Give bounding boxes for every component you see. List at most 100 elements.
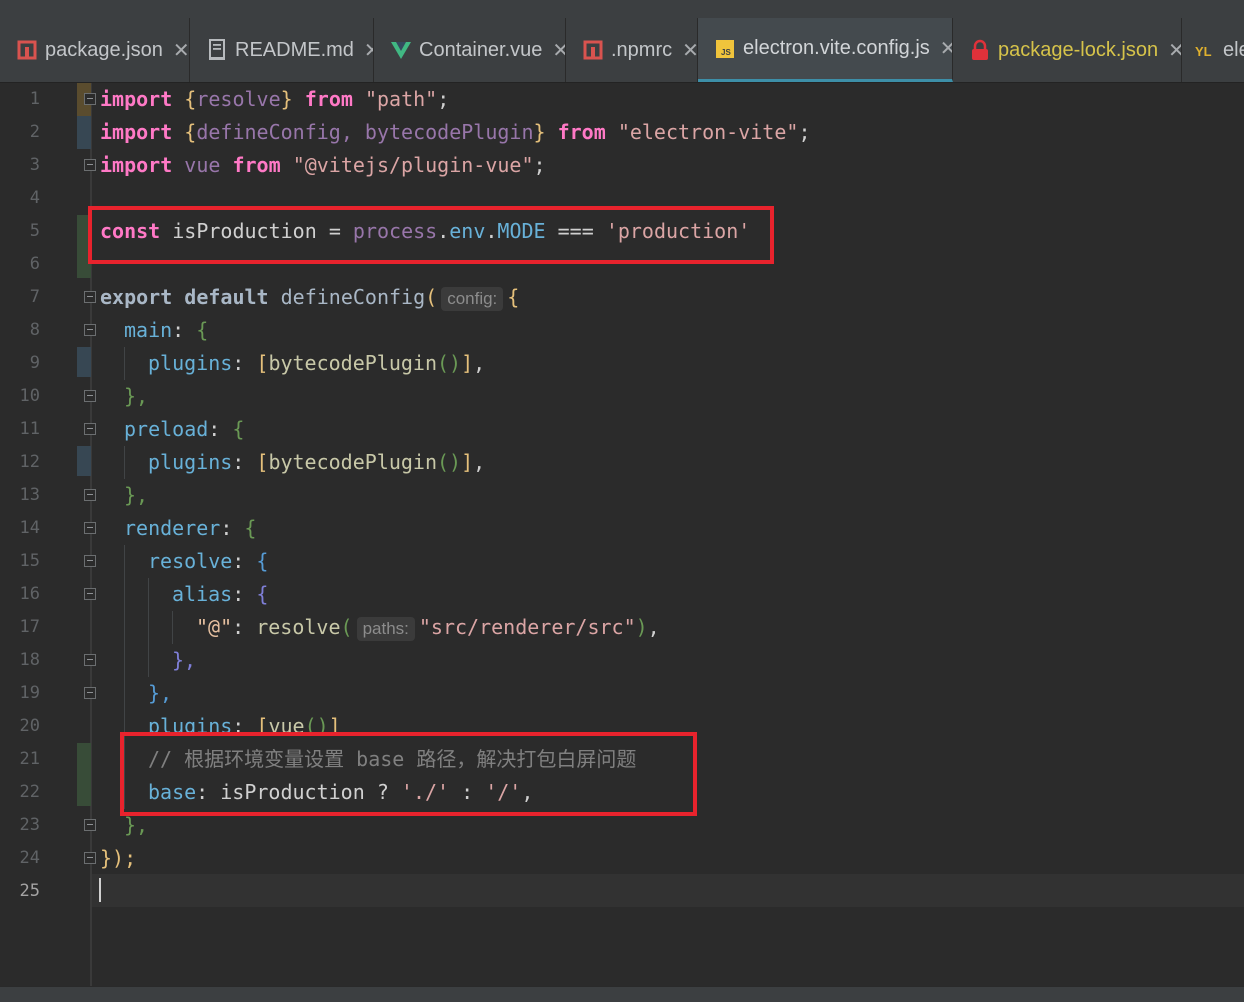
tab-package-json[interactable]: package.json ✕ bbox=[0, 18, 190, 82]
fold-marker[interactable] bbox=[84, 555, 96, 567]
vcs-modified-marker bbox=[77, 116, 91, 149]
svg-text:YL: YL bbox=[1195, 44, 1212, 59]
code-line-8: main: { bbox=[124, 318, 209, 342]
tab-label: package-lock.json bbox=[998, 38, 1159, 61]
tab-npmrc[interactable]: .npmrc ✕ bbox=[566, 18, 698, 82]
tab-readme-md[interactable]: README.md ✕ bbox=[190, 18, 374, 82]
code-line-15: resolve: { bbox=[148, 549, 269, 573]
line-number: 24 bbox=[19, 848, 40, 868]
code-line-3: import vue from "@vitejs/plugin-vue"; bbox=[100, 153, 546, 177]
code-line-18: }, bbox=[172, 648, 197, 672]
tab-label: .npmrc bbox=[611, 38, 673, 61]
fold-marker[interactable] bbox=[84, 390, 96, 402]
line-number: 2 bbox=[29, 122, 40, 142]
line-number: 1 bbox=[29, 89, 40, 109]
fold-marker[interactable] bbox=[84, 93, 96, 105]
line-number: 5 bbox=[29, 221, 40, 241]
line-number: 18 bbox=[19, 650, 40, 670]
line-number: 9 bbox=[29, 353, 40, 373]
annotation-box-base bbox=[120, 732, 697, 816]
tab-label: Container.vue bbox=[419, 38, 543, 61]
parameter-hint: config: bbox=[441, 287, 504, 311]
line-number: 14 bbox=[19, 518, 40, 538]
tab-electron-vite-config-js[interactable]: JS electron.vite.config.js ✕ bbox=[698, 18, 953, 82]
vue-icon bbox=[390, 39, 412, 61]
text-cursor bbox=[99, 878, 101, 902]
code-line-19: }, bbox=[148, 681, 173, 705]
markdown-icon bbox=[206, 39, 228, 61]
line-number: 17 bbox=[19, 617, 40, 637]
fold-marker[interactable] bbox=[84, 819, 96, 831]
line-number: 19 bbox=[19, 683, 40, 703]
line-number: 8 bbox=[29, 320, 40, 340]
fold-marker[interactable] bbox=[84, 324, 96, 336]
fold-marker[interactable] bbox=[84, 423, 96, 435]
code-line-24: }); bbox=[100, 846, 137, 870]
tab-package-lock-json[interactable]: package-lock.json ✕ bbox=[953, 18, 1182, 82]
line-number: 15 bbox=[19, 551, 40, 571]
indent-guide bbox=[172, 611, 173, 644]
code-line-2: import {defineConfig, bytecodePlugin} fr… bbox=[100, 120, 811, 144]
tab-label: README.md bbox=[235, 38, 354, 61]
current-line-highlight bbox=[0, 874, 1244, 907]
fold-marker[interactable] bbox=[84, 489, 96, 501]
line-number: 23 bbox=[19, 815, 40, 835]
fold-marker[interactable] bbox=[84, 522, 96, 534]
fold-marker[interactable] bbox=[84, 852, 96, 864]
tab-label: package.json bbox=[45, 38, 163, 61]
indent-guide bbox=[124, 347, 125, 380]
status-bar bbox=[0, 986, 1244, 1002]
editor-tab-bar: package.json ✕ README.md ✕ Container.vue… bbox=[0, 18, 1244, 83]
annotation-box-isproduction bbox=[88, 206, 774, 264]
npm-icon bbox=[16, 39, 38, 61]
line-number: 4 bbox=[29, 188, 40, 208]
line-number: 10 bbox=[19, 386, 40, 406]
vcs-modified-marker bbox=[77, 446, 91, 476]
indent-guide bbox=[124, 446, 125, 479]
line-number: 22 bbox=[19, 782, 40, 802]
vcs-added-marker bbox=[77, 743, 91, 806]
title-strip bbox=[0, 0, 1244, 18]
line-number: 16 bbox=[19, 584, 40, 604]
line-number: 11 bbox=[19, 419, 40, 439]
yaml-icon: YL bbox=[1194, 39, 1216, 61]
fold-marker[interactable] bbox=[84, 588, 96, 600]
close-icon[interactable]: ✕ bbox=[364, 38, 373, 63]
close-icon[interactable]: ✕ bbox=[1168, 38, 1181, 63]
code-line-12: plugins: [bytecodePlugin()], bbox=[148, 450, 486, 474]
line-number-current: 25 bbox=[19, 881, 40, 901]
code-line-9: plugins: [bytecodePlugin()], bbox=[148, 351, 486, 375]
tab-overflow[interactable]: YL ele bbox=[1182, 18, 1244, 82]
code-line-13: }, bbox=[124, 483, 149, 507]
js-icon: JS bbox=[714, 38, 736, 60]
fold-marker[interactable] bbox=[84, 159, 96, 171]
code-line-16: alias: { bbox=[172, 582, 269, 606]
close-icon[interactable]: ✕ bbox=[173, 38, 189, 63]
code-line-10: }, bbox=[124, 384, 149, 408]
code-line-1: import {resolve} from "path"; bbox=[100, 87, 450, 111]
close-icon[interactable]: ✕ bbox=[682, 38, 697, 63]
line-number: 21 bbox=[19, 749, 40, 769]
npm-icon bbox=[582, 39, 604, 61]
line-number: 20 bbox=[19, 716, 40, 736]
line-number: 12 bbox=[19, 452, 40, 472]
fold-marker[interactable] bbox=[84, 654, 96, 666]
line-number: 7 bbox=[29, 287, 40, 307]
code-line-17: "@": resolve(paths: "src/renderer/src"), bbox=[196, 615, 660, 641]
code-line-14: renderer: { bbox=[124, 516, 257, 540]
svg-text:JS: JS bbox=[721, 48, 731, 57]
fold-marker[interactable] bbox=[84, 291, 96, 303]
close-icon[interactable]: ✕ bbox=[940, 36, 952, 61]
indent-guide bbox=[148, 578, 149, 677]
code-line-11: preload: { bbox=[124, 417, 245, 441]
close-icon[interactable]: ✕ bbox=[552, 38, 565, 63]
parameter-hint: paths: bbox=[356, 617, 415, 641]
tab-container-vue[interactable]: Container.vue ✕ bbox=[374, 18, 566, 82]
line-number: 3 bbox=[29, 155, 40, 175]
tab-label: electron.vite.config.js bbox=[743, 37, 930, 59]
line-number: 6 bbox=[29, 254, 40, 274]
vcs-modified-marker bbox=[77, 347, 91, 377]
line-number: 13 bbox=[19, 485, 40, 505]
tab-label: ele bbox=[1223, 38, 1244, 61]
fold-marker[interactable] bbox=[84, 687, 96, 699]
